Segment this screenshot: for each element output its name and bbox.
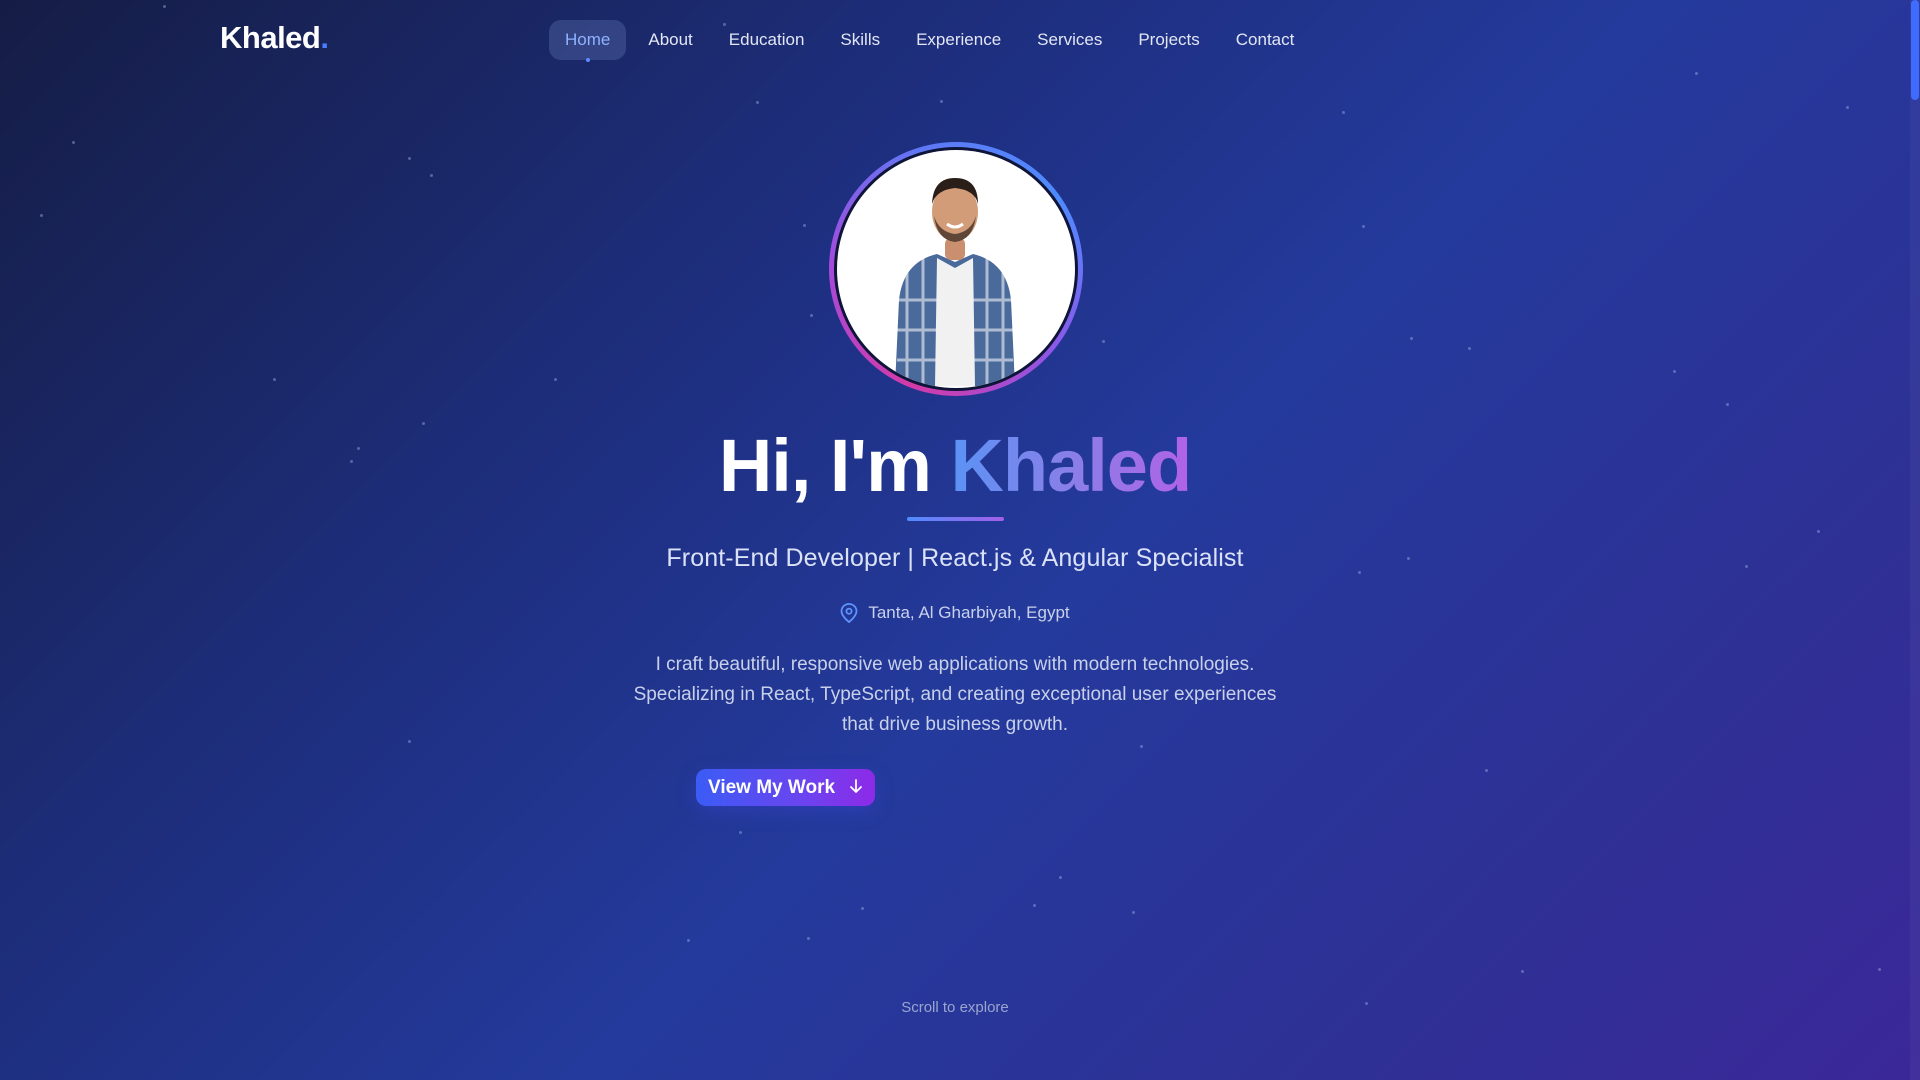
- page-scrollbar[interactable]: [1910, 0, 1920, 1080]
- nav-item-services[interactable]: Services: [1019, 20, 1120, 60]
- avatar-ring: [829, 142, 1083, 396]
- hero-greeting: Hi, I'm: [718, 424, 951, 507]
- view-my-work-button[interactable]: View My Work: [696, 769, 875, 806]
- nav-item-about[interactable]: About: [630, 20, 710, 60]
- arrow-down-icon: [849, 778, 863, 798]
- hero-name: Khaled: [950, 424, 1192, 507]
- heading-underline: [907, 517, 1004, 521]
- profile-portrait-illustration: [895, 178, 1015, 386]
- logo-dot: .: [320, 20, 329, 55]
- view-my-work-label: View My Work: [708, 776, 836, 798]
- logo-text: Khaled: [220, 20, 321, 55]
- nav-item-skills[interactable]: Skills: [822, 20, 898, 60]
- map-pin-icon: [840, 603, 858, 624]
- hero-heading: Hi, I'm Khaled: [0, 424, 1910, 508]
- scroll-to-explore-hint[interactable]: Scroll to explore: [0, 999, 1910, 1016]
- nav-item-experience[interactable]: Experience: [898, 20, 1019, 60]
- location-text: Tanta, Al Gharbiyah, Egypt: [868, 603, 1070, 622]
- site-header: Khaled. Home About Education Skills Expe…: [0, 0, 1910, 80]
- nav-item-contact[interactable]: Contact: [1218, 20, 1313, 60]
- nav-item-home[interactable]: Home: [549, 20, 627, 62]
- scrollbar-thumb[interactable]: [1911, 0, 1919, 100]
- nav-item-projects[interactable]: Projects: [1120, 20, 1217, 60]
- location-line: Tanta, Al Gharbiyah, Egypt: [0, 603, 1910, 624]
- site-logo[interactable]: Khaled.: [220, 20, 329, 56]
- hero-description: I craft beautiful, responsive web applic…: [633, 654, 1277, 735]
- nav-item-education[interactable]: Education: [711, 20, 823, 60]
- profile-photo: [837, 150, 1075, 388]
- main-nav: Home About Education Skills Experience S…: [549, 20, 1313, 62]
- hero-subtitle: Front-End Developer | React.js & Angular…: [666, 544, 1244, 572]
- avatar-frame: [834, 147, 1078, 391]
